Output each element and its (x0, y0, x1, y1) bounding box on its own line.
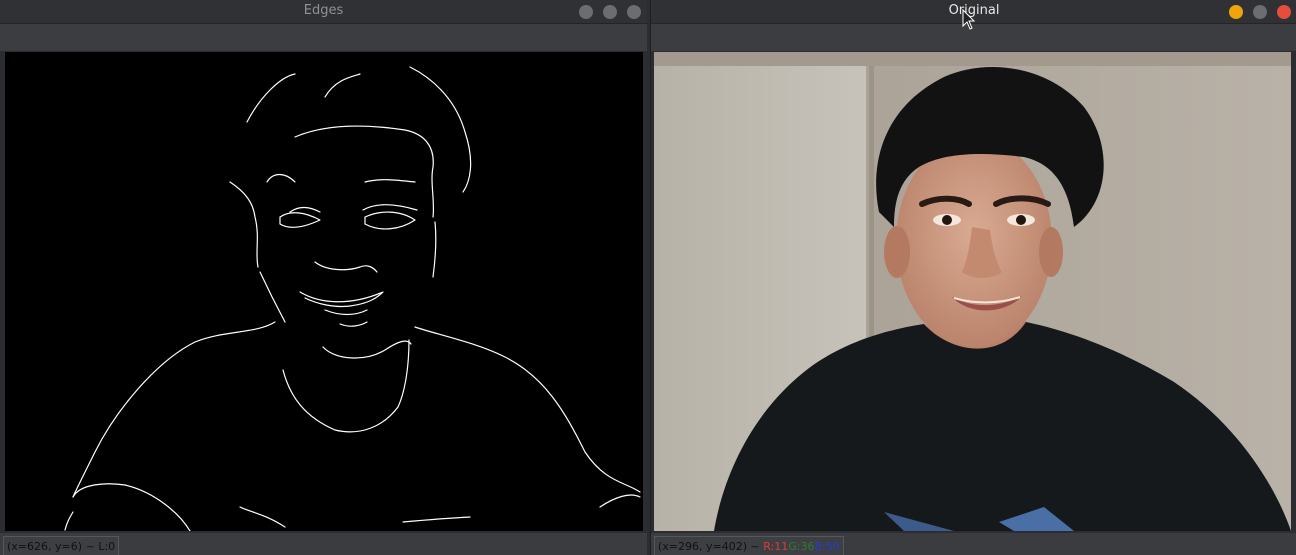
maximize-icon[interactable] (603, 5, 617, 19)
close-icon[interactable] (627, 5, 641, 19)
status-red-value: R:11 (763, 540, 789, 553)
edges-window-title: Edges (303, 3, 344, 18)
webcam-photo (654, 52, 1291, 531)
edges-statusbar: (x=626, y=6) ~ L:0 (0, 533, 647, 555)
status-blue-value: B:50 (814, 540, 840, 553)
minimize-icon[interactable] (1229, 5, 1243, 19)
original-window: Original (x=296, y=402) ~ R:11G:36B:50 (650, 0, 1296, 555)
original-image[interactable] (654, 52, 1291, 531)
minimize-icon[interactable] (579, 5, 593, 19)
edges-image[interactable] (5, 52, 643, 532)
edge-outline-drawing (64, 66, 641, 532)
original-statusbar: (x=296, y=402) ~ R:11G:36B:50 (651, 533, 1296, 555)
maximize-icon[interactable] (1253, 5, 1267, 19)
edges-window: Edges (x=626, y=6) ~ L:0 (0, 0, 647, 555)
original-status-readout: (x=296, y=402) ~ R:11G:36B:50 (654, 536, 844, 555)
status-coordinates: (x=296, y=402) ~ (658, 540, 760, 553)
edges-titlebar[interactable]: Edges (0, 0, 647, 24)
close-icon[interactable] (1277, 5, 1291, 19)
edges-toolbar (0, 24, 647, 52)
mouse-cursor-icon (962, 9, 976, 30)
edges-status-readout: (x=626, y=6) ~ L:0 (3, 536, 120, 555)
status-green-value: G:36 (788, 540, 815, 553)
